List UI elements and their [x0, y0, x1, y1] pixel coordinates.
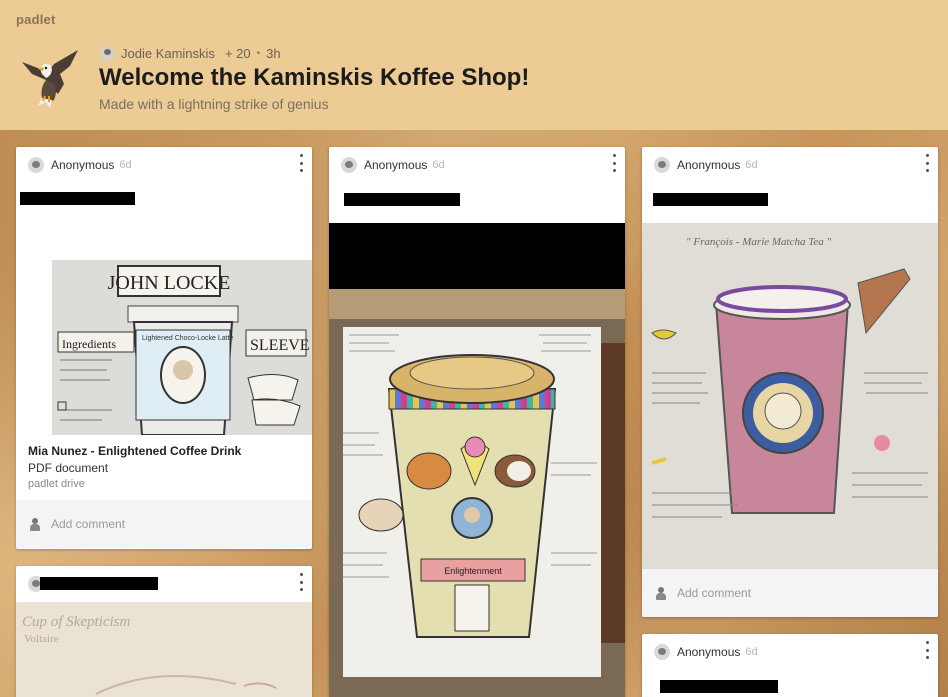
add-comment-placeholder: Add comment: [677, 586, 752, 600]
post-age: 6d: [119, 159, 132, 171]
post-image[interactable]: " François - Marie Matcha Tea ": [642, 223, 938, 569]
avatar-icon: [341, 157, 357, 173]
kebab-menu-icon[interactable]: [924, 641, 930, 659]
add-comment-placeholder: Add comment: [51, 517, 126, 531]
post-age: 6d: [745, 159, 758, 171]
padlet-logo[interactable]: padlet: [16, 12, 55, 27]
drawing-badge: Enlightenment: [444, 566, 502, 576]
john-locke-drawing: JOHN LOCKE Lightened Choco-Locke Latte I…: [52, 260, 312, 435]
post-card[interactable]: Anonymous 6d JOHN LOCKE Lightened Choco-…: [16, 147, 312, 549]
redacted-title: [653, 193, 768, 206]
avatar-icon: [654, 157, 670, 173]
kebab-menu-icon[interactable]: [298, 573, 304, 591]
post-header: Anonymous 6d: [329, 147, 625, 183]
post-age: 6d: [745, 646, 758, 658]
likes-count: + 20: [224, 46, 251, 61]
post-image[interactable]: Enlightenment: [329, 223, 625, 697]
attachment-source: padlet drive: [28, 478, 85, 490]
post-author: Anonymous: [51, 158, 115, 172]
post-author: Anonymous: [364, 158, 428, 172]
drawing-ingredients: Ingredients: [62, 337, 116, 351]
page-title: Welcome the Kaminskis Koffee Shop!: [99, 64, 530, 91]
kebab-menu-icon[interactable]: [924, 154, 930, 172]
separator-dot: •: [256, 48, 261, 59]
post-card[interactable]: Anonymous 6d " François - Marie Matcha T…: [642, 147, 938, 617]
avatar-icon: [100, 46, 115, 61]
attachment-title[interactable]: Mia Nunez - Enlightened Coffee Drink: [28, 444, 241, 458]
matcha-tea-drawing: " François - Marie Matcha Tea ": [642, 223, 938, 569]
add-comment-field[interactable]: Add comment: [16, 500, 312, 548]
kebab-menu-icon[interactable]: [611, 154, 617, 172]
owner-name[interactable]: Jodie Kaminskis: [121, 46, 215, 61]
attachment-type: PDF document: [28, 461, 109, 475]
drawing-name: JOHN LOCKE: [108, 272, 231, 294]
post-header: Anonymous 6d: [642, 147, 938, 183]
redacted-title: [20, 192, 135, 205]
drawing-caption: " François - Marie Matcha Tea ": [686, 236, 831, 248]
post-card[interactable]: Cup of Skepticism Voltaire: [16, 566, 312, 697]
add-comment-field[interactable]: Add comment: [642, 569, 938, 617]
posted-time: 3h: [266, 46, 281, 61]
avatar-icon: [28, 157, 44, 173]
post-meta: Jodie Kaminskis + 20 • 3h: [100, 46, 281, 61]
padlet-header: padlet Jodie Kaminskis + 20 • 3h Welcome…: [0, 0, 948, 130]
post-card[interactable]: Anonymous 6d: [329, 147, 625, 697]
coffee-cup-drawing: Enlightenment: [329, 223, 625, 697]
redacted-title: [660, 680, 778, 693]
avatar-icon: [654, 644, 670, 660]
person-icon: [656, 586, 666, 600]
post-card[interactable]: Anonymous 6d: [642, 634, 938, 697]
page-subtitle: Made with a lightning strike of genius: [99, 96, 329, 112]
kebab-menu-icon[interactable]: [298, 154, 304, 172]
skepticism-drawing: Cup of Skepticism Voltaire: [16, 602, 312, 697]
drawing-caption: Cup of Skepticism: [22, 614, 130, 630]
redacted-title: [344, 193, 460, 206]
redacted-author: [40, 577, 158, 590]
post-header: Anonymous 6d: [16, 147, 312, 183]
post-header: Anonymous 6d: [642, 634, 938, 670]
drawing-drink: Lightened Choco-Locke Latte: [142, 335, 234, 342]
post-author: Anonymous: [677, 645, 741, 659]
post-author: Anonymous: [677, 158, 741, 172]
attachment-preview[interactable]: JOHN LOCKE Lightened Choco-Locke Latte I…: [52, 260, 312, 435]
drawing-sleeve: SLEEVE: [250, 337, 310, 354]
person-icon: [30, 517, 40, 531]
post-image[interactable]: Cup of Skepticism Voltaire: [16, 602, 312, 697]
post-age: 6d: [432, 159, 445, 171]
eagle-logo: [22, 50, 78, 108]
drawing-subcaption: Voltaire: [24, 633, 59, 645]
